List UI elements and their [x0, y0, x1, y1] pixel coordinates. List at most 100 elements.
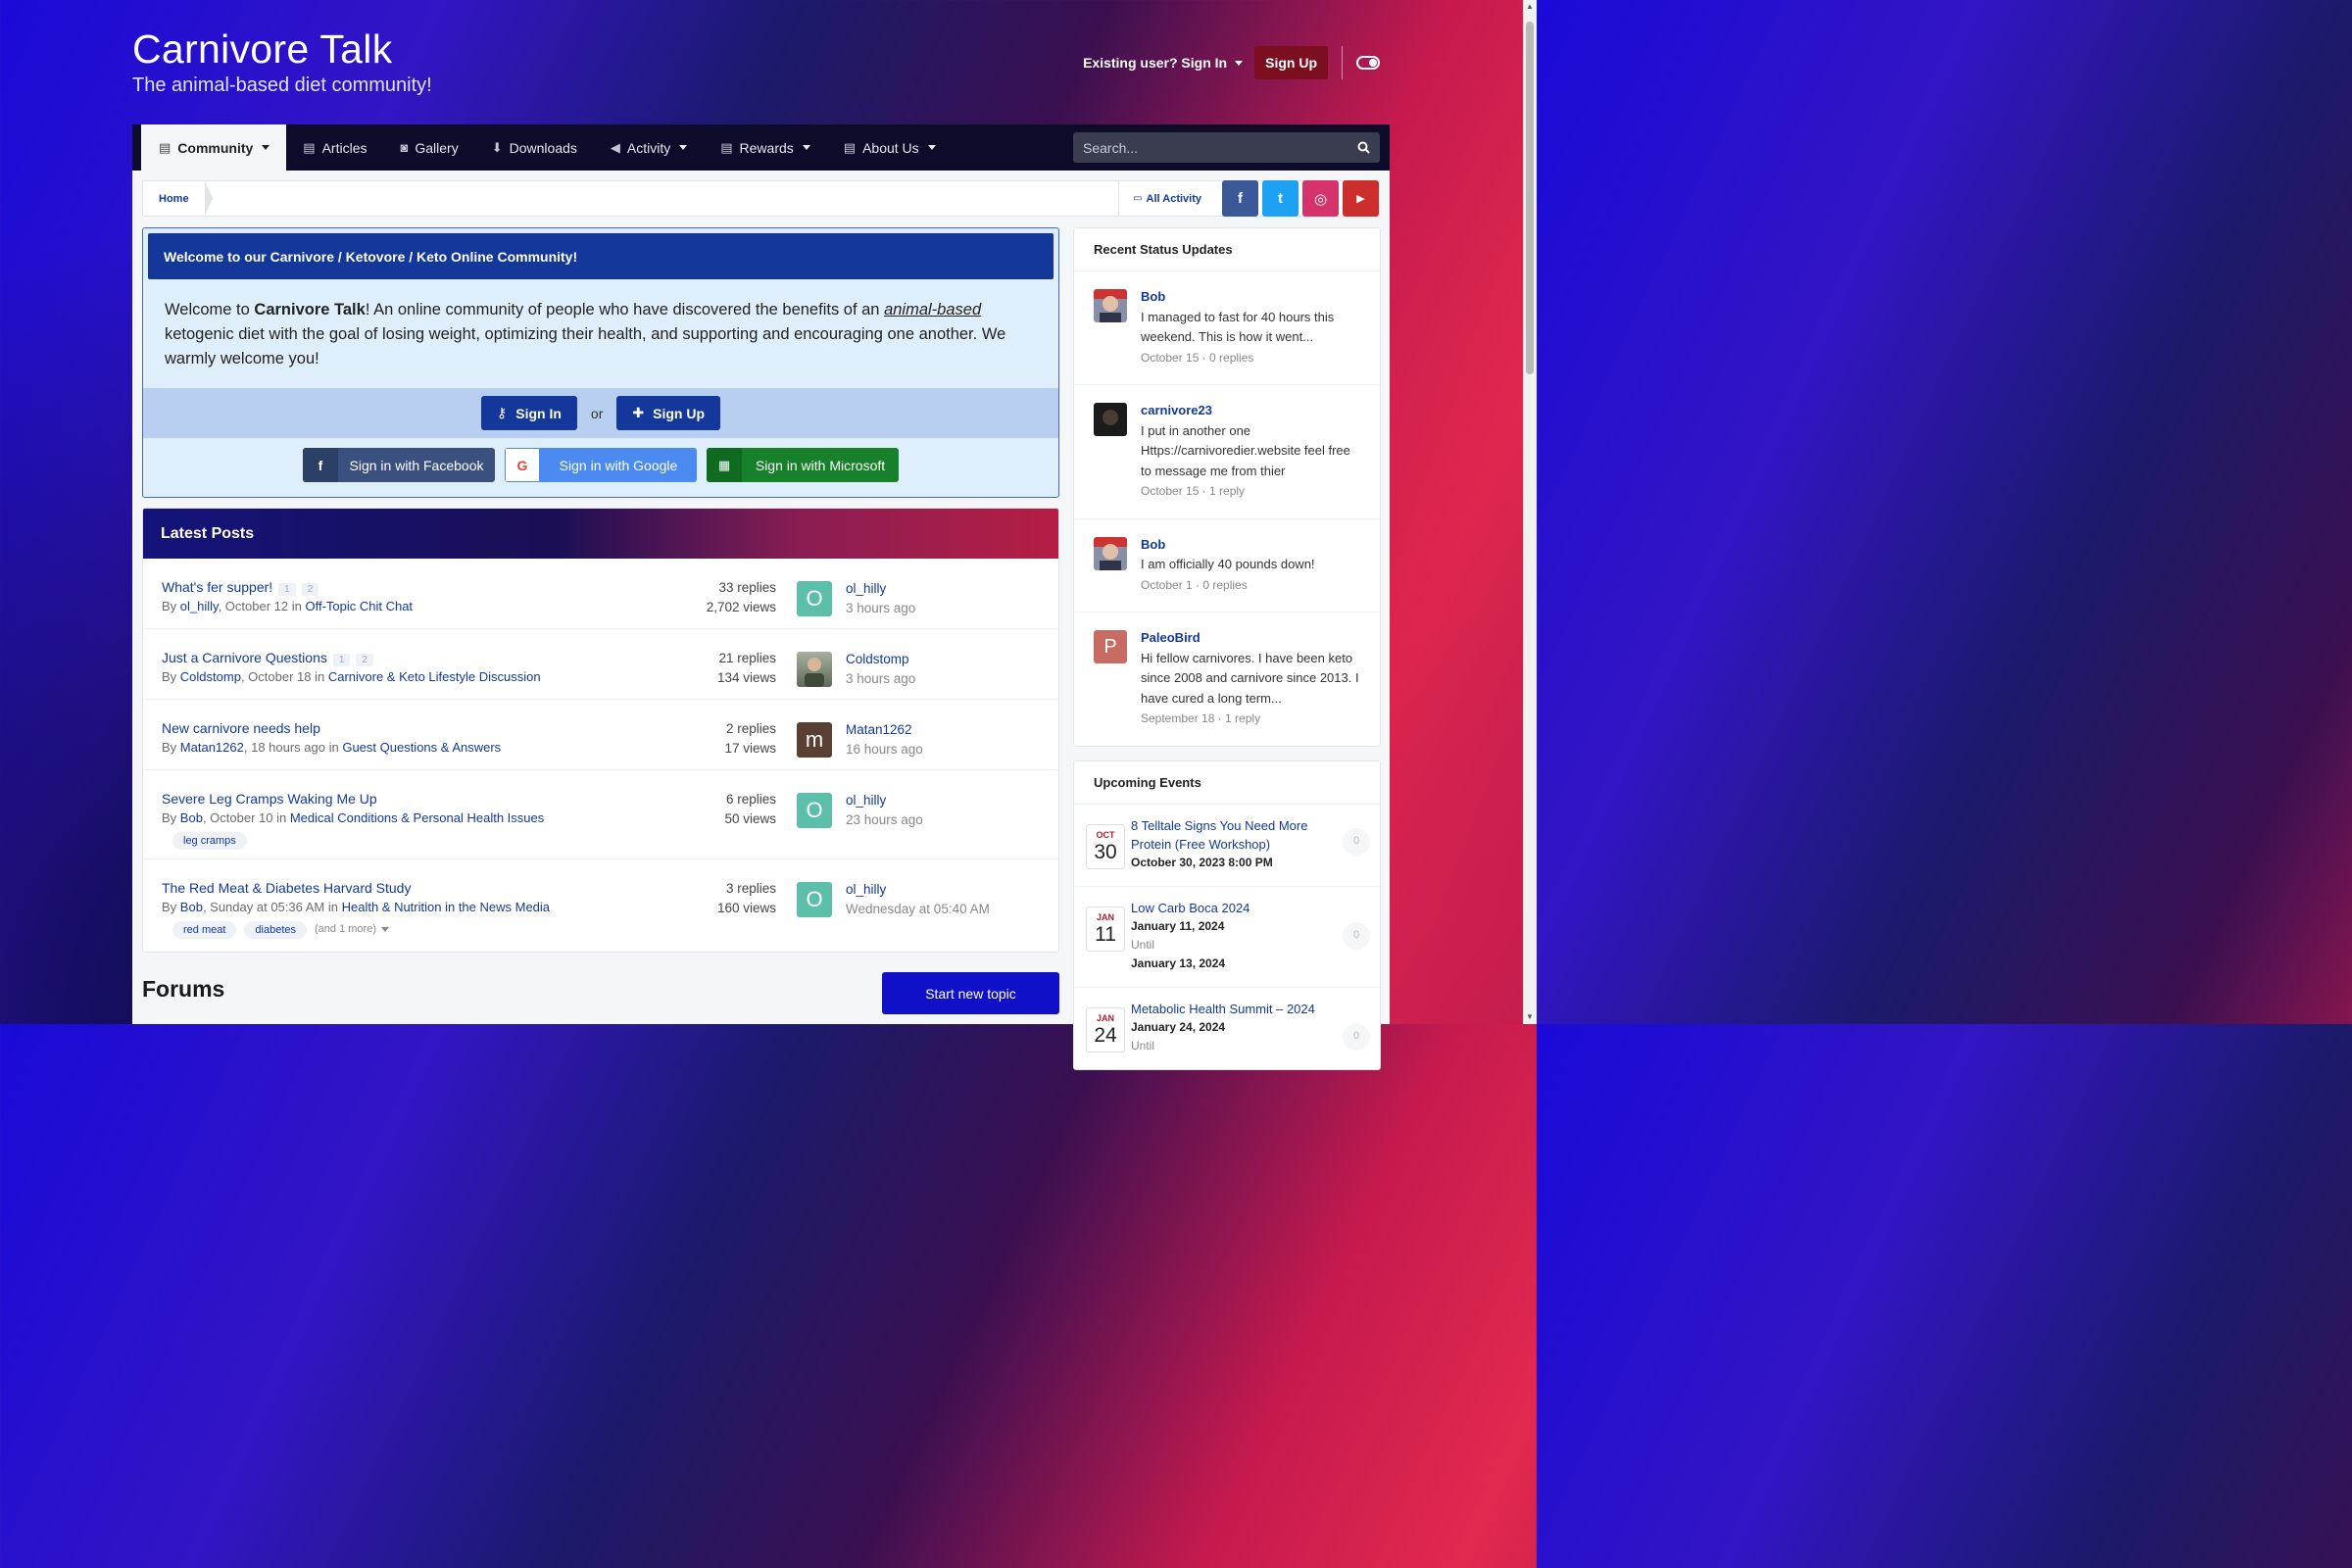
- reply-count: 2 replies: [725, 721, 776, 736]
- site-title[interactable]: Carnivore Talk: [132, 25, 432, 73]
- post-title[interactable]: The Red Meat & Diabetes Harvard Study: [162, 880, 411, 896]
- twitter-icon[interactable]: t: [1262, 180, 1298, 217]
- post-author[interactable]: Bob: [180, 810, 203, 825]
- download-icon: ⬇: [491, 139, 503, 155]
- page-link[interactable]: 2: [301, 583, 319, 596]
- page-link[interactable]: 2: [356, 654, 373, 666]
- avatar[interactable]: [1094, 536, 1127, 570]
- scroll-up-icon[interactable]: ▲: [1526, 3, 1534, 11]
- key-icon: ⚷: [496, 405, 508, 420]
- last-poster[interactable]: ol_hilly: [846, 880, 990, 900]
- avatar[interactable]: O: [797, 882, 832, 917]
- post-forum[interactable]: Off-Topic Chit Chat: [305, 599, 413, 613]
- last-poster[interactable]: ol_hilly: [846, 791, 923, 810]
- nav-label: Articles: [321, 139, 368, 156]
- status-author[interactable]: Bob: [1141, 287, 1360, 308]
- sign-in-button[interactable]: ⚷ Sign In: [480, 396, 577, 430]
- status-author[interactable]: PaleoBird: [1141, 628, 1360, 649]
- facebook-icon[interactable]: f: [1222, 180, 1258, 217]
- tag[interactable]: leg cramps: [172, 832, 247, 850]
- post-author[interactable]: Matan1262: [180, 740, 244, 755]
- post-author[interactable]: ol_hilly: [180, 599, 219, 613]
- scroll-down-icon[interactable]: ▼: [1526, 1013, 1534, 1021]
- nav-rewards[interactable]: ▤ Rewards: [704, 124, 827, 171]
- sign-up-button[interactable]: Sign Up: [1254, 46, 1328, 79]
- avatar[interactable]: [1094, 289, 1127, 322]
- all-activity-link[interactable]: ▭ All Activity: [1118, 180, 1215, 217]
- sign-in-dropdown[interactable]: Existing user? Sign In: [1083, 55, 1244, 71]
- button-label: Sign in with Google: [559, 457, 678, 473]
- event-title[interactable]: 8 Telltale Signs You Need More Protein (…: [1131, 816, 1329, 854]
- more-tags-label: (and 1 more): [315, 923, 376, 935]
- status-item: carnivore23 I put in another one Https:/…: [1074, 385, 1380, 519]
- post-row: What's fer supper! 1 2 By ol_hilly, Octobe…: [143, 559, 1058, 629]
- post-title[interactable]: Severe Leg Cramps Waking Me Up: [162, 791, 377, 807]
- sign-in-label: Existing user? Sign In: [1083, 55, 1228, 71]
- scrollbar[interactable]: ▲ ▼: [1523, 0, 1537, 1024]
- post-date: , October 12 in: [218, 599, 306, 613]
- breadcrumb-home[interactable]: Home: [143, 181, 213, 216]
- chevron-down-icon: [802, 145, 810, 150]
- tag[interactable]: red meat: [172, 921, 237, 939]
- view-count: 17 views: [724, 740, 776, 756]
- status-author[interactable]: carnivore23: [1141, 401, 1360, 421]
- status-author[interactable]: Bob: [1141, 535, 1360, 556]
- post-title[interactable]: Just a Carnivore Questions: [162, 650, 327, 665]
- post-forum[interactable]: Guest Questions & Answers: [342, 740, 501, 755]
- last-poster[interactable]: ol_hilly: [846, 579, 915, 599]
- youtube-icon[interactable]: ▶: [1343, 180, 1379, 217]
- avatar[interactable]: P: [1094, 630, 1127, 663]
- post-author[interactable]: Coldstomp: [180, 669, 241, 684]
- microsoft-login-button[interactable]: ▦ Sign in with Microsoft: [707, 448, 899, 482]
- nav-about-us[interactable]: ▤ About Us: [827, 124, 953, 171]
- sign-up-button[interactable]: ✚ Sign Up: [616, 396, 720, 430]
- event-until: Until: [1131, 1038, 1155, 1053]
- post-row: The Red Meat & Diabetes Harvard Study By…: [143, 859, 1058, 949]
- button-label: Sign In: [515, 405, 562, 421]
- text: Welcome to: [165, 301, 255, 318]
- nav-downloads[interactable]: ⬇ Downloads: [475, 124, 594, 171]
- nav-community[interactable]: ▤ Community: [141, 124, 287, 171]
- post-title[interactable]: What's fer supper!: [162, 579, 272, 595]
- event-end: January 13, 2024: [1131, 956, 1226, 970]
- last-poster[interactable]: Coldstomp: [846, 650, 915, 669]
- status-meta: October 15 · 0 replies: [1141, 350, 1254, 365]
- site-brand[interactable]: Carnivore Talk The animal-based diet com…: [132, 25, 432, 98]
- avatar[interactable]: O: [797, 793, 832, 828]
- last-poster[interactable]: Matan1262: [846, 720, 923, 740]
- nav-activity[interactable]: ◀ Activity: [594, 124, 704, 171]
- avatar[interactable]: [797, 652, 832, 687]
- search-input[interactable]: [1083, 139, 1357, 156]
- theme-toggle[interactable]: [1356, 56, 1380, 70]
- chevron-down-icon: [679, 145, 688, 150]
- nav-articles[interactable]: ▤ Articles: [286, 124, 383, 171]
- nav-gallery[interactable]: ◙ Gallery: [384, 124, 475, 171]
- tag[interactable]: diabetes: [244, 921, 308, 939]
- page-link[interactable]: 1: [278, 583, 296, 596]
- event-title[interactable]: Metabolic Health Summit – 2024: [1131, 1000, 1329, 1018]
- post-row: Severe Leg Cramps Waking Me Up By Bob, O…: [143, 770, 1058, 859]
- post-title[interactable]: New carnivore needs help: [162, 720, 320, 736]
- post-forum[interactable]: Carnivore & Keto Lifestyle Discussion: [328, 669, 541, 684]
- avatar[interactable]: [1094, 403, 1127, 436]
- search-icon[interactable]: [1357, 141, 1370, 154]
- by-label: By: [162, 599, 180, 613]
- post-forum[interactable]: Medical Conditions & Personal Health Iss…: [290, 810, 544, 825]
- more-tags[interactable]: (and 1 more): [315, 921, 390, 939]
- google-login-button[interactable]: G Sign in with Google: [505, 448, 697, 482]
- page-link[interactable]: 1: [332, 654, 351, 666]
- animal-based-link[interactable]: animal-based: [884, 301, 981, 318]
- scrollbar-thumb[interactable]: [1526, 22, 1534, 374]
- reply-count: 6 replies: [725, 792, 776, 807]
- document-icon: ▤: [720, 139, 733, 155]
- chevron-down-icon: [1235, 60, 1244, 66]
- start-new-topic-button[interactable]: Start new topic: [882, 972, 1059, 1014]
- event-title[interactable]: Low Carb Boca 2024: [1131, 899, 1329, 917]
- post-author[interactable]: Bob: [180, 900, 203, 914]
- facebook-login-button[interactable]: f Sign in with Facebook: [303, 448, 495, 482]
- document-icon: ▤: [843, 139, 857, 155]
- avatar[interactable]: m: [797, 722, 832, 758]
- avatar[interactable]: O: [797, 581, 832, 616]
- instagram-icon[interactable]: ◎: [1302, 180, 1339, 217]
- post-forum[interactable]: Health & Nutrition in the News Media: [342, 900, 550, 914]
